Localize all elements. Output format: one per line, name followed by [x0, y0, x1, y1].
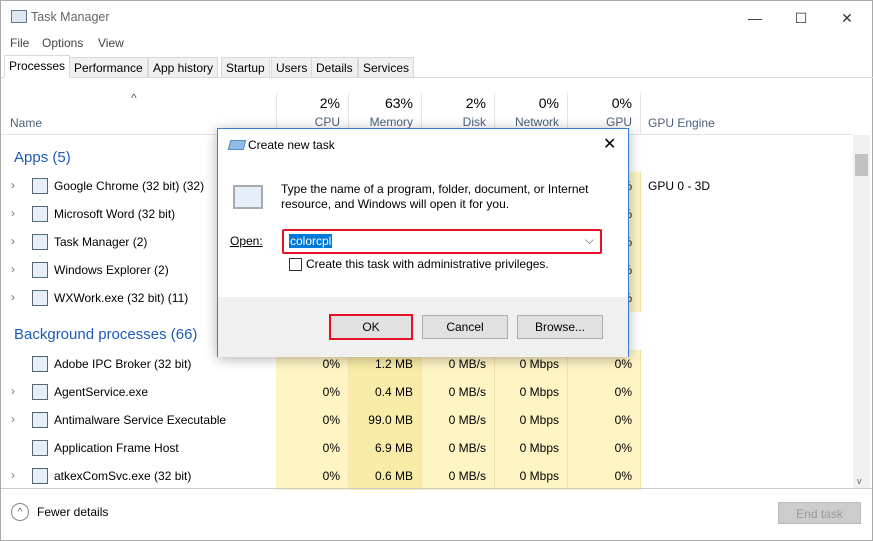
process-row[interactable]: › Antimalware Service Executable 0% 99.0 MB… [1, 406, 851, 434]
open-input[interactable]: colorcpl [289, 234, 333, 248]
process-name: Google Chrome (32 bit) (32) [54, 179, 205, 193]
group-apps: Apps (5) [14, 149, 71, 166]
process-icon [32, 440, 48, 456]
run-icon [227, 140, 247, 150]
column-name[interactable]: Name [10, 116, 42, 130]
vertical-scrollbar[interactable]: v [853, 135, 870, 488]
admin-checkbox[interactable] [289, 258, 302, 271]
sort-ascending-icon: ^ [131, 91, 137, 105]
cell-net: 0 Mbps [495, 378, 568, 406]
process-icon [32, 262, 48, 278]
dialog-close-button[interactable]: ✕ [603, 134, 616, 154]
cell-net: 0 Mbps [495, 406, 568, 434]
process-name: Windows Explorer (2) [54, 263, 169, 277]
column-gpu-engine[interactable]: GPU Engine [648, 116, 715, 130]
create-new-task-dialog: Create new task ✕ Type the name of a pro… [217, 128, 629, 357]
menu-view[interactable]: View [98, 36, 124, 50]
process-icon [32, 384, 48, 400]
cell-cpu: 0% [276, 462, 349, 490]
expand-chevron-icon[interactable]: › [11, 468, 15, 482]
process-name: Antimalware Service Executable [54, 413, 227, 427]
cell-gpu: 0% [568, 434, 641, 462]
tab-startup[interactable]: Startup [221, 57, 270, 78]
expand-chevron-icon[interactable]: › [11, 178, 15, 192]
tab-processes[interactable]: Processes [4, 55, 71, 78]
process-row[interactable]: Application Frame Host 0% 6.9 MB 0 MB/s 0 Mb… [1, 434, 851, 462]
dropdown-chevron-icon[interactable]: ⌵ [585, 233, 594, 248]
cell-cpu: 0% [276, 406, 349, 434]
tab-services[interactable]: Services [358, 57, 415, 78]
scroll-down-icon[interactable]: v [857, 476, 862, 486]
cell-mem: 6.9 MB [349, 434, 422, 462]
process-name: WXWork.exe (32 bit) (11) [54, 291, 189, 305]
cancel-button[interactable]: Cancel [422, 315, 508, 339]
menu-options[interactable]: Options [42, 36, 83, 50]
open-combobox[interactable]: colorcpl ⌵ [282, 229, 602, 254]
tab-performance[interactable]: Performance [69, 57, 148, 78]
cell-cpu: 0% [276, 378, 349, 406]
cell-mem: 0.6 MB [349, 462, 422, 490]
process-icon [32, 412, 48, 428]
expand-chevron-icon[interactable]: › [11, 262, 15, 276]
cell-gpu: 0% [568, 378, 641, 406]
cell-disk: 0 MB/s [422, 462, 495, 490]
cell-gpu-engine: GPU 0 - 3D [648, 179, 711, 193]
computer-monitor-icon [233, 185, 263, 209]
process-icon [32, 206, 48, 222]
close-button[interactable]: ✕ [824, 5, 870, 31]
tab-app-history[interactable]: App history [148, 57, 219, 78]
window-title: Task Manager [31, 10, 110, 24]
process-icon [32, 468, 48, 484]
end-task-button[interactable]: End task [778, 502, 861, 524]
cell-disk: 0 MB/s [422, 378, 495, 406]
cell-mem: 0.4 MB [349, 378, 422, 406]
fewer-details-button[interactable]: ^ Fewer details [11, 503, 108, 521]
process-icon [32, 234, 48, 250]
open-label: Open: [230, 234, 263, 248]
maximize-button[interactable]: ☐ [778, 5, 824, 31]
cell-gpu: 0% [568, 406, 641, 434]
group-background: Background processes (66) [14, 326, 198, 343]
process-row[interactable]: › atkexComSvc.exe (32 bit) 0% 0.6 MB 0 MB/s 0… [1, 462, 851, 490]
process-name: AgentService.exe [54, 385, 149, 399]
cell-disk: 0 MB/s [422, 434, 495, 462]
scrollbar-thumb[interactable] [855, 154, 868, 176]
minimize-button[interactable]: — [732, 5, 778, 31]
task-manager-icon [11, 10, 27, 23]
cell-net: 0 Mbps [495, 462, 568, 490]
cell-gpu: 0% [568, 462, 641, 490]
ok-button[interactable]: OK [329, 314, 413, 340]
menu-file[interactable]: File [10, 36, 29, 50]
expand-chevron-icon[interactable]: › [11, 384, 15, 398]
process-name: Application Frame Host [54, 441, 179, 455]
cell-disk: 0 MB/s [422, 406, 495, 434]
browse-button[interactable]: Browse... [517, 315, 603, 339]
dialog-title: Create new task [248, 138, 335, 152]
process-icon [32, 290, 48, 306]
process-name: atkexComSvc.exe (32 bit) [54, 469, 192, 483]
chevron-up-circle-icon: ^ [11, 503, 29, 521]
process-name: Task Manager (2) [54, 235, 148, 249]
expand-chevron-icon[interactable]: › [11, 234, 15, 248]
admin-label: Create this task with administrative pri… [306, 257, 549, 271]
tab-details[interactable]: Details [311, 57, 358, 78]
process-icon [32, 356, 48, 372]
expand-chevron-icon[interactable]: › [11, 206, 15, 220]
process-row[interactable]: › AgentService.exe 0% 0.4 MB 0 MB/s 0 Mbps 0% [1, 378, 851, 406]
dialog-message: Type the name of a program, folder, docu… [281, 182, 589, 211]
cell-mem: 99.0 MB [349, 406, 422, 434]
expand-chevron-icon[interactable]: › [11, 412, 15, 426]
tab-users[interactable]: Users [271, 57, 313, 78]
process-icon [32, 178, 48, 194]
process-name: Adobe IPC Broker (32 bit) [54, 357, 192, 371]
process-name: Microsoft Word (32 bit) [54, 207, 176, 221]
cell-cpu: 0% [276, 434, 349, 462]
cell-net: 0 Mbps [495, 434, 568, 462]
expand-chevron-icon[interactable]: › [11, 290, 15, 304]
